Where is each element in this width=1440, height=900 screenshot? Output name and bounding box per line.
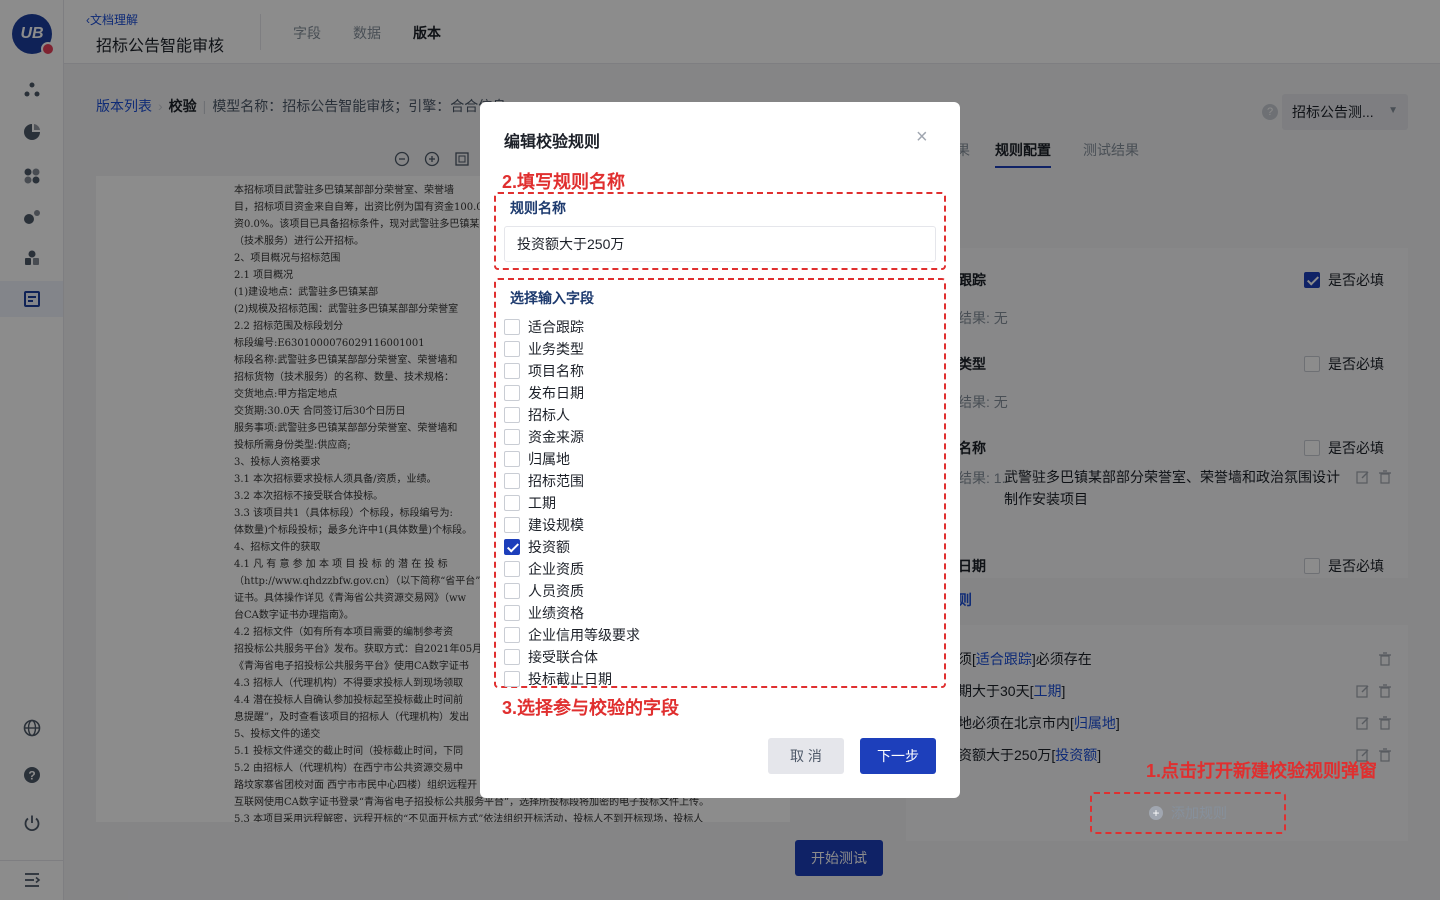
field-checkbox[interactable] (504, 363, 520, 379)
rule-name-label: 规则名称 (510, 200, 566, 216)
annotation-step2: 2.填写规则名称 (502, 172, 626, 192)
field-option[interactable]: 归属地 (504, 448, 924, 470)
field-option[interactable]: 人员资质 (504, 580, 924, 602)
plus-circle-icon: + (1149, 806, 1163, 820)
field-checkbox[interactable] (504, 605, 520, 621)
edit-rule-dialog: 编辑校验规则 × 2.填写规则名称 规则名称 投资额大于250万 选择输入字段 … (480, 102, 960, 798)
field-checkbox[interactable] (504, 407, 520, 423)
field-option[interactable]: 接受联合体 (504, 646, 924, 668)
field-checkbox[interactable] (504, 561, 520, 577)
field-option-label: 招标范围 (528, 473, 584, 489)
dialog-title: 编辑校验规则 (504, 134, 601, 151)
close-icon[interactable]: × (916, 126, 928, 149)
field-option-label: 项目名称 (528, 363, 584, 379)
field-option-label: 企业资质 (528, 561, 584, 577)
field-option[interactable]: 资金来源 (504, 426, 924, 448)
field-option-label: 归属地 (528, 451, 570, 467)
field-option-label: 资金来源 (528, 429, 584, 445)
field-checkbox[interactable] (504, 473, 520, 489)
field-option[interactable]: 招标范围 (504, 470, 924, 492)
field-option[interactable]: 建设规模 (504, 514, 924, 536)
field-checkbox[interactable] (504, 649, 520, 665)
annotation-step1: 1.点击打开新建校验规则弹窗 (1146, 761, 1378, 781)
field-checkbox[interactable] (504, 495, 520, 511)
field-option-label: 业绩资格 (528, 605, 584, 621)
field-checkbox[interactable] (504, 539, 520, 555)
field-checkbox[interactable] (504, 517, 520, 533)
annotation-step3: 3.选择参与校验的字段 (502, 698, 680, 718)
field-option[interactable]: 企业信用等级要求 (504, 624, 924, 646)
cancel-button[interactable]: 取 消 (768, 738, 844, 774)
field-option-label: 适合跟踪 (528, 319, 584, 335)
field-option-label: 企业信用等级要求 (528, 627, 640, 643)
add-rule-button[interactable]: + 添加规则 (1090, 792, 1286, 834)
field-option[interactable]: 投资额 (504, 536, 924, 558)
add-rule-label: 添加规则 (1171, 805, 1227, 821)
field-checkbox[interactable] (504, 451, 520, 467)
field-option[interactable]: 项目名称 (504, 360, 924, 382)
field-option[interactable]: 工期 (504, 492, 924, 514)
field-option-label: 发布日期 (528, 385, 584, 401)
field-option[interactable]: 投标截止日期 (504, 668, 924, 688)
next-step-button[interactable]: 下一步 (860, 738, 936, 774)
input-field-checklist: 适合跟踪业务类型项目名称发布日期招标人资金来源归属地招标范围工期建设规模投资额企… (504, 316, 924, 688)
field-checkbox[interactable] (504, 583, 520, 599)
field-checkbox[interactable] (504, 319, 520, 335)
field-option-label: 招标人 (528, 407, 570, 423)
input-fields-label: 选择输入字段 (510, 290, 594, 306)
field-checkbox[interactable] (504, 627, 520, 643)
field-option-label: 投标截止日期 (528, 671, 612, 687)
field-checkbox[interactable] (504, 429, 520, 445)
field-option-label: 工期 (528, 495, 556, 511)
field-option-label: 接受联合体 (528, 649, 598, 665)
field-option-label: 建设规模 (528, 517, 584, 533)
field-option[interactable]: 适合跟踪 (504, 316, 924, 338)
field-option-label: 投资额 (528, 539, 570, 555)
rule-name-input[interactable]: 投资额大于250万 (504, 226, 936, 262)
field-option[interactable]: 招标人 (504, 404, 924, 426)
field-option[interactable]: 业务类型 (504, 338, 924, 360)
field-option-label: 人员资质 (528, 583, 584, 599)
field-option[interactable]: 发布日期 (504, 382, 924, 404)
field-option-label: 业务类型 (528, 341, 584, 357)
field-checkbox[interactable] (504, 341, 520, 357)
field-option[interactable]: 企业资质 (504, 558, 924, 580)
field-checkbox[interactable] (504, 671, 520, 687)
field-option[interactable]: 业绩资格 (504, 602, 924, 624)
field-checkbox[interactable] (504, 385, 520, 401)
